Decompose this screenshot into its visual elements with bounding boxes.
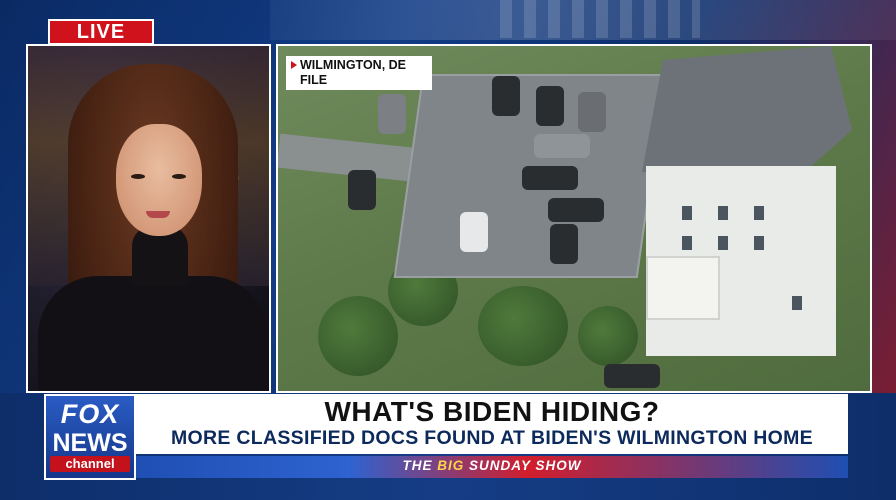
window — [792, 296, 802, 310]
show-title: SUNDAY SHOW — [469, 458, 582, 473]
anchor-body — [38, 276, 268, 391]
show-big: BIG — [437, 458, 465, 473]
parked-car — [578, 92, 606, 132]
house — [642, 46, 852, 366]
flag-graphic — [500, 0, 700, 38]
anchor-eye-right — [172, 174, 186, 179]
parked-car — [378, 94, 406, 134]
parked-car — [534, 134, 590, 158]
window — [718, 206, 728, 220]
anchor-eye-left — [131, 174, 145, 179]
logo-line3: channel — [50, 456, 130, 472]
location-arrow-icon — [291, 61, 297, 69]
logo-line1: FOX — [60, 399, 120, 429]
tree — [578, 306, 638, 366]
parked-car — [492, 76, 520, 116]
show-name-bar: THE BIG SUNDAY SHOW — [136, 456, 848, 478]
anchor-face — [116, 124, 202, 236]
anchor-mouth — [146, 211, 170, 218]
anchor-video-panel — [26, 44, 271, 393]
subheadline: MORE CLASSIFIED DOCS FOUND AT BIDEN'S WI… — [170, 427, 813, 449]
headline-box: WHAT'S BIDEN HIDING? MORE CLASSIFIED DOC… — [136, 394, 848, 454]
window — [754, 236, 764, 250]
show-prefix: THE — [402, 458, 433, 473]
network-logo: FOX NEWS channel — [44, 394, 136, 480]
headline: WHAT'S BIDEN HIDING? — [324, 396, 660, 427]
location-line2: FILE — [300, 73, 328, 87]
location-tag: WILMINGTON, DE FILE — [286, 56, 432, 90]
window — [754, 206, 764, 220]
parked-car — [550, 224, 578, 264]
window — [682, 236, 692, 250]
parked-car — [536, 86, 564, 126]
parked-car — [460, 212, 488, 252]
tree — [318, 296, 398, 376]
window — [682, 206, 692, 220]
show-name: THE BIG SUNDAY SHOW — [136, 458, 848, 473]
parked-car — [548, 198, 604, 222]
house-roof — [642, 46, 852, 186]
window — [718, 236, 728, 250]
tree — [478, 286, 568, 366]
house-porch — [646, 256, 720, 320]
aerial-footage-panel — [276, 44, 872, 393]
live-badge: LIVE — [48, 19, 154, 45]
parked-car — [522, 166, 578, 190]
parked-car — [604, 364, 660, 388]
location-line1: WILMINGTON, DE — [300, 58, 407, 72]
logo-line2: NEWS — [52, 429, 128, 457]
parked-car — [348, 170, 376, 210]
